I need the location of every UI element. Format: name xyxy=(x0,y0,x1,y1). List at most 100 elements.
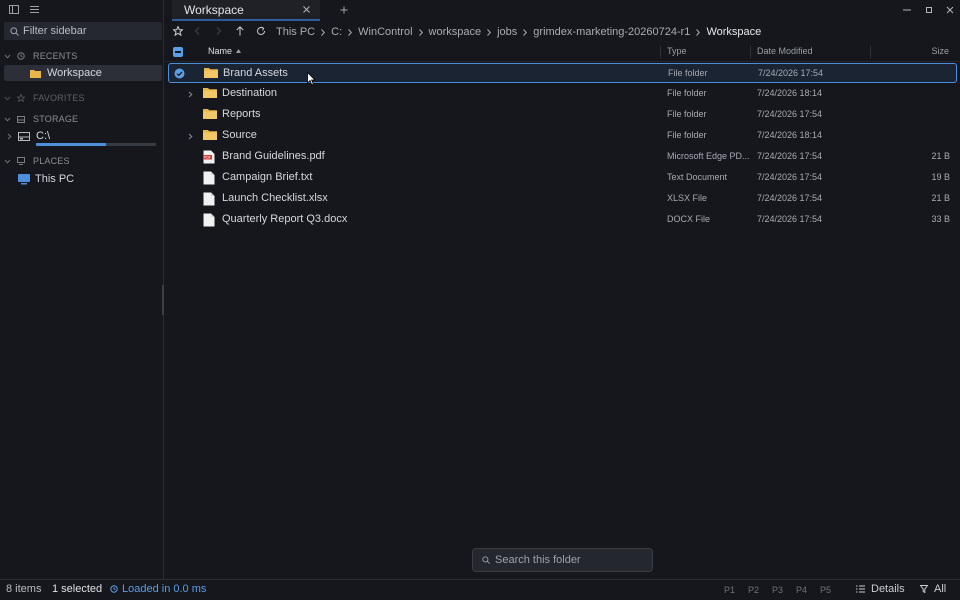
file-name: Brand Guidelines.pdf xyxy=(222,150,325,162)
breadcrumb-separator[interactable] xyxy=(348,25,353,39)
file-icon xyxy=(203,213,215,230)
filter-button[interactable]: All xyxy=(920,583,946,595)
breadcrumb-item[interactable]: workspace xyxy=(429,26,482,38)
file-row[interactable]: Quarterly Report Q3.docx DOCX File 7/24/20… xyxy=(168,210,957,230)
maximize-icon[interactable] xyxy=(925,6,933,14)
star-icon xyxy=(14,94,28,102)
chevron-down-icon xyxy=(0,96,14,101)
breadcrumb-item[interactable]: grimdex-marketing-20260724-r1 xyxy=(533,26,690,38)
chevron-right-icon[interactable] xyxy=(188,131,193,143)
folder-search[interactable] xyxy=(472,548,653,572)
breadcrumb-separator[interactable] xyxy=(418,25,423,39)
load-time-label: Loaded in 0.0 ms xyxy=(122,583,207,595)
column-size[interactable]: Size xyxy=(931,46,949,56)
back-icon[interactable] xyxy=(194,27,200,35)
folder-icon xyxy=(204,67,218,81)
breadcrumb-item[interactable]: This PC xyxy=(276,26,315,38)
file-row[interactable]: PDF Brand Guidelines.pdf Microsoft Edge PD… xyxy=(168,147,957,167)
column-separator[interactable] xyxy=(870,46,871,58)
refresh-icon[interactable] xyxy=(256,26,266,36)
file-date: 7/24/2026 17:54 xyxy=(758,68,824,78)
file-row[interactable]: Source File folder 7/24/2026 18:14 xyxy=(168,126,957,146)
file-type: Microsoft Edge PD... xyxy=(667,151,750,161)
pane-button-p2[interactable]: P2 xyxy=(748,585,759,595)
select-all-checkbox[interactable] xyxy=(173,47,183,57)
file-icon xyxy=(203,171,215,188)
pane-button-p5[interactable]: P5 xyxy=(820,585,831,595)
forward-icon[interactable] xyxy=(216,27,222,35)
file-date: 7/24/2026 18:14 xyxy=(757,130,823,140)
address-bar: This PC C: WinControl workspace jobs grimdex-… xyxy=(165,21,960,42)
file-type: File folder xyxy=(667,109,707,119)
breadcrumb-separator[interactable] xyxy=(321,25,326,39)
monitor-icon xyxy=(18,173,30,185)
sidebar-item-this-pc[interactable]: This PC xyxy=(0,171,164,187)
file-name: Destination xyxy=(222,87,278,99)
tab-workspace[interactable]: Workspace xyxy=(172,0,320,21)
window-close-icon[interactable] xyxy=(946,6,954,14)
column-type[interactable]: Type xyxy=(667,46,687,56)
file-row[interactable]: Campaign Brief.txt Text Document 7/24/2026… xyxy=(168,168,957,188)
folder-search-input[interactable] xyxy=(495,554,645,566)
breadcrumb-item[interactable]: jobs xyxy=(497,26,517,38)
file-row[interactable]: Brand Assets File folder 7/24/2026 17:54 xyxy=(168,63,957,83)
file-type: Text Document xyxy=(667,172,728,182)
file-date: 7/24/2026 17:54 xyxy=(757,193,823,203)
sidebar-filter[interactable] xyxy=(4,22,162,40)
section-storage-label: STORAGE xyxy=(33,114,79,124)
column-separator[interactable] xyxy=(750,46,751,58)
file-type: File folder xyxy=(668,68,708,78)
section-recents[interactable]: RECENTS xyxy=(0,49,164,63)
mouse-cursor-icon xyxy=(307,71,316,89)
sidebar-item-workspace[interactable]: Workspace xyxy=(4,65,162,81)
file-row[interactable]: Launch Checklist.xlsx XLSX File 7/24/2026 … xyxy=(168,189,957,209)
pane-button-p3[interactable]: P3 xyxy=(772,585,783,595)
column-date-modified[interactable]: Date Modified xyxy=(757,46,813,56)
sidebar-filter-input[interactable] xyxy=(23,25,153,37)
chevron-right-icon[interactable] xyxy=(188,89,193,101)
plus-icon[interactable] xyxy=(340,6,348,14)
monitor-icon xyxy=(14,157,28,165)
tab-label: Workspace xyxy=(184,2,244,17)
section-recents-label: RECENTS xyxy=(33,51,78,61)
menu-icon[interactable] xyxy=(30,5,39,14)
breadcrumb-separator[interactable] xyxy=(696,25,701,39)
panel-toggle-icon[interactable] xyxy=(9,5,19,14)
load-time: Loaded in 0.0 ms xyxy=(110,583,206,595)
main-pane: Workspace This PC C: WinControl workspac… xyxy=(165,0,960,579)
folder-icon xyxy=(203,108,217,122)
file-type: DOCX File xyxy=(667,214,711,224)
item-count: 8 items xyxy=(6,583,42,595)
file-row[interactable]: Destination File folder 7/24/2026 18:14 xyxy=(168,84,957,104)
checkbox-checked-icon[interactable] xyxy=(174,68,185,79)
breadcrumb-item[interactable]: C: xyxy=(331,26,342,38)
chevron-down-icon xyxy=(0,159,14,164)
star-icon[interactable] xyxy=(173,26,183,36)
file-date: 7/24/2026 17:54 xyxy=(757,109,823,119)
pane-button-p1[interactable]: P1 xyxy=(724,585,735,595)
sidebar-resize-handle[interactable] xyxy=(162,285,164,315)
close-icon[interactable] xyxy=(303,6,310,13)
breadcrumb-item[interactable]: Workspace xyxy=(706,26,761,38)
breadcrumb: This PC C: WinControl workspace jobs grimdex-… xyxy=(276,21,761,42)
sidebar-item-c-drive[interactable]: C:\ xyxy=(0,128,164,144)
section-storage[interactable]: STORAGE xyxy=(0,112,164,126)
sidebar-item-label: Workspace xyxy=(47,67,102,79)
minimize-icon[interactable] xyxy=(903,9,911,11)
view-mode-button[interactable]: Details xyxy=(856,583,905,595)
section-favorites[interactable]: FAVORITES xyxy=(0,91,164,105)
column-separator[interactable] xyxy=(660,46,661,58)
pane-button-p4[interactable]: P4 xyxy=(796,585,807,595)
file-size: 33 B xyxy=(931,214,950,224)
column-name[interactable]: Name xyxy=(208,46,242,56)
breadcrumb-separator[interactable] xyxy=(523,25,528,39)
filter-icon xyxy=(920,585,928,593)
up-arrow-icon[interactable] xyxy=(236,26,244,36)
sort-ascending-icon xyxy=(236,49,242,53)
breadcrumb-separator[interactable] xyxy=(487,25,492,39)
filter-label: All xyxy=(934,583,947,595)
file-date: 7/24/2026 17:54 xyxy=(757,151,823,161)
section-places[interactable]: PLACES xyxy=(0,154,164,168)
breadcrumb-item[interactable]: WinControl xyxy=(358,26,412,38)
file-row[interactable]: Reports File folder 7/24/2026 17:54 xyxy=(168,105,957,125)
